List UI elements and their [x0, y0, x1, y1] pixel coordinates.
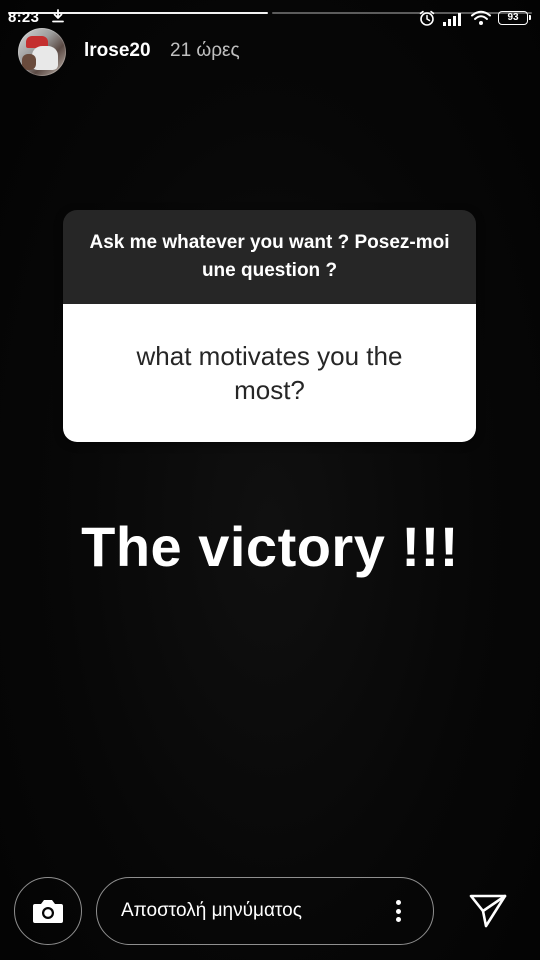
battery-icon: 93	[498, 11, 531, 25]
question-sticker: Ask me whatever you want ? Posez-moi une…	[63, 210, 476, 442]
camera-button[interactable]	[14, 877, 82, 945]
username[interactable]: lrose20	[84, 40, 151, 62]
download-icon	[52, 9, 64, 23]
question-text: what motivates you the most?	[63, 304, 476, 442]
dot	[395, 908, 401, 914]
answer-text: The victory !!!	[81, 515, 459, 578]
send-icon[interactable]	[468, 893, 508, 929]
status-bar: 8:23 93	[0, 4, 540, 30]
status-time: 8:23	[8, 9, 40, 26]
story-screen: 8:23 93 lrose20 21 ώρες Ask me whatever …	[0, 0, 540, 960]
dot	[395, 900, 401, 905]
profile-avatar[interactable]	[18, 28, 66, 76]
alarm-icon	[419, 10, 435, 26]
avatar-detail	[22, 54, 36, 70]
more-options-icon[interactable]	[388, 896, 408, 926]
dot	[395, 917, 401, 922]
question-prompt: Ask me whatever you want ? Posez-moi une…	[63, 210, 476, 304]
signal-icon	[443, 13, 461, 26]
wifi-icon	[471, 10, 491, 25]
post-time: 21 ώρες	[170, 40, 240, 61]
message-input[interactable]	[96, 877, 434, 945]
camera-icon	[33, 900, 63, 923]
